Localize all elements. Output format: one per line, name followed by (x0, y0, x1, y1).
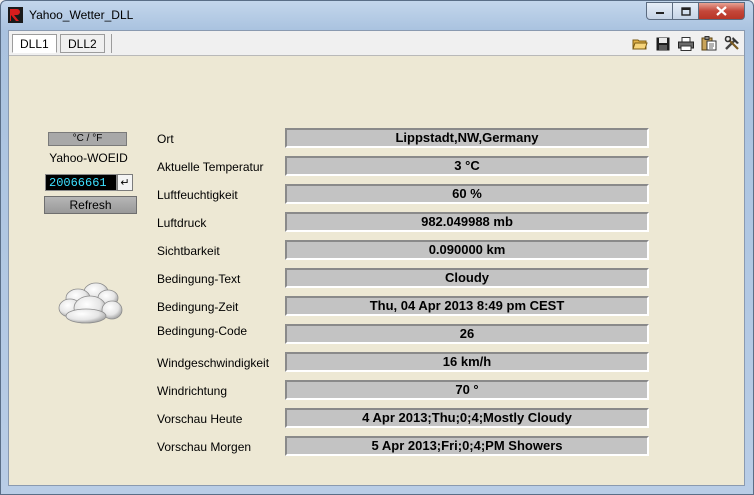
clipboard-icon (701, 36, 717, 51)
save-icon (656, 37, 670, 50)
tab-separator (111, 34, 112, 53)
label-bedingung-text: Bedingung-Text (157, 272, 241, 286)
value-luftfeuchtigkeit: 60 % (285, 184, 649, 204)
client-area: DLL1 DLL2 °C / °F Yahoo-WOEID 20066661 ↵… (8, 30, 745, 486)
value-luftdruck: 982.049988 mb (285, 212, 649, 232)
tab-dll1[interactable]: DLL1 (12, 34, 57, 53)
window-title: Yahoo_Wetter_DLL (29, 8, 134, 22)
value-vorschau-morgen: 5 Apr 2013;Fri;0;4;PM Showers (285, 436, 649, 456)
open-button[interactable] (631, 35, 649, 52)
minimize-button[interactable] (646, 2, 673, 20)
woeid-label: Yahoo-WOEID (49, 151, 128, 165)
value-vorschau-heute: 4 Apr 2013;Thu;0;4;Mostly Cloudy (285, 408, 649, 428)
value-windgeschwindigkeit: 16 km/h (285, 352, 649, 372)
tools-icon (724, 36, 739, 50)
enter-icon: ↵ (120, 177, 130, 189)
print-button[interactable] (677, 35, 695, 52)
value-bedingung-zeit: Thu, 04 Apr 2013 8:49 pm CEST (285, 296, 649, 316)
open-folder-icon (632, 39, 648, 49)
enter-button[interactable]: ↵ (117, 174, 133, 191)
save-button[interactable] (654, 35, 672, 52)
maximize-button[interactable] (672, 2, 699, 20)
value-bedingung-text: Cloudy (285, 268, 649, 288)
woeid-input[interactable]: 20066661 (45, 174, 117, 191)
tools-button[interactable] (723, 35, 741, 52)
label-luftfeuchtigkeit: Luftfeuchtigkeit (157, 188, 238, 202)
value-windrichtung: 70 ° (285, 380, 649, 400)
label-aktuelle-temperatur: Aktuelle Temperatur (157, 160, 264, 174)
close-button[interactable] (698, 2, 745, 20)
label-windrichtung: Windrichtung (157, 384, 228, 398)
title-bar[interactable]: Yahoo_Wetter_DLL (1, 1, 753, 29)
value-aktuelle-temperatur: 3 °C (285, 156, 649, 176)
label-sichtbarkeit: Sichtbarkeit (157, 244, 220, 258)
app-window: Yahoo_Wetter_DLL DLL1 DLL2 °C / °F Yahoo… (0, 0, 754, 495)
label-vorschau-morgen: Vorschau Morgen (157, 440, 252, 454)
label-bedingung-zeit: Bedingung-Zeit (157, 300, 239, 314)
label-windgeschwindigkeit: Windgeschwindigkeit (157, 356, 270, 370)
refresh-button[interactable]: Refresh (44, 196, 137, 214)
tab-dll2[interactable]: DLL2 (60, 34, 105, 53)
value-ort: Lippstadt,NW,Germany (285, 128, 649, 148)
clipboard-button[interactable] (700, 35, 718, 52)
maximize-icon (680, 6, 691, 16)
toolbar: DLL1 DLL2 (9, 31, 744, 56)
unit-toggle-button[interactable]: °C / °F (48, 132, 127, 146)
print-icon (678, 36, 694, 51)
cloudy-icon (58, 282, 123, 324)
label-ort: Ort (157, 132, 174, 146)
value-bedingung-code: 26 (285, 324, 649, 344)
close-icon (716, 6, 727, 16)
app-logo-icon (8, 7, 23, 23)
label-luftdruck: Luftdruck (157, 216, 207, 230)
label-vorschau-heute: Vorschau Heute (157, 412, 243, 426)
label-bedingung-code: Bedingung-Code (157, 324, 248, 338)
minimize-icon (655, 12, 664, 14)
main-panel: °C / °F Yahoo-WOEID 20066661 ↵ Refresh O… (9, 56, 744, 485)
value-sichtbarkeit: 0.090000 km (285, 240, 649, 260)
